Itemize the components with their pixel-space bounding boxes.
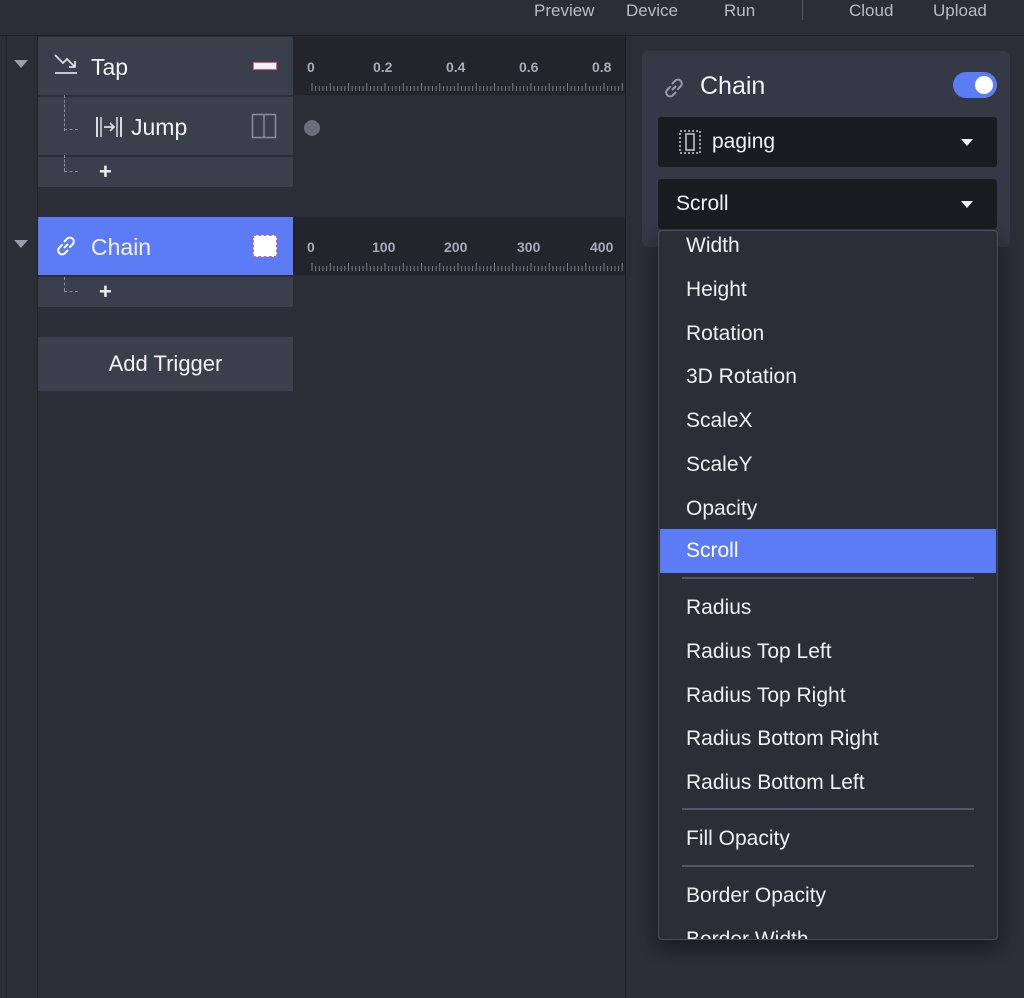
tap-add-row: + [38, 155, 293, 187]
menu-item-border-opacity[interactable]: Border Opacity [660, 874, 996, 918]
ruler-tick-label: 200 [444, 239, 468, 255]
menu-item-rotation[interactable]: Rotation [660, 312, 996, 356]
toolbar-divider [802, 0, 803, 20]
track-chain-label: Chain [91, 234, 152, 260]
link-icon [665, 78, 683, 98]
ruler-ticks [311, 263, 623, 271]
menu-item-scalex[interactable]: ScaleX [660, 399, 996, 443]
layer-select-value: paging [712, 130, 776, 153]
tree-connector-h [64, 129, 78, 130]
menu-item-opacity[interactable]: Opacity [660, 487, 996, 531]
menu-item-scroll[interactable]: Scroll [660, 529, 996, 573]
tree-connector [64, 277, 65, 291]
gutter-line [6, 36, 7, 998]
jump-icon [96, 117, 122, 137]
property-select-value: Scroll [676, 192, 729, 215]
track-jump-label: Jump [131, 114, 188, 140]
run-button[interactable]: Run [724, 0, 755, 24]
keyframe-dot[interactable] [304, 120, 320, 136]
ruler-tick-label: 0 [307, 239, 315, 255]
tree-connector-h [64, 171, 78, 172]
menu-item-radius-bottom-right[interactable]: Radius Bottom Right [660, 717, 996, 761]
device-button[interactable]: Device [626, 0, 678, 24]
add-trigger-button[interactable]: Add Trigger [38, 337, 293, 391]
left-gutter [0, 36, 38, 998]
top-toolbar: Preview Device Run Cloud Upload [0, 0, 1024, 36]
add-action-button[interactable]: + [99, 279, 112, 305]
collapse-chain-icon[interactable] [14, 240, 28, 248]
tree-connector [64, 155, 65, 171]
cloud-button[interactable]: Cloud [849, 0, 893, 24]
tap-swipe-icon [54, 54, 77, 74]
toggle-knob [975, 76, 993, 94]
upload-button[interactable]: Upload [933, 0, 987, 24]
chain-add-row: + [38, 277, 293, 307]
preview-button[interactable]: Preview [534, 0, 594, 24]
track-jump[interactable]: Jump [38, 95, 293, 155]
timeline-track-area [293, 96, 626, 216]
chevron-down-icon [961, 139, 973, 146]
ruler-tick-label: 0.8 [592, 59, 612, 75]
ruler-tick-label: 0.2 [373, 59, 393, 75]
menu-separator [682, 577, 974, 579]
ruler-tick-label: 0.4 [446, 59, 466, 75]
panel-title: Chain [700, 72, 766, 100]
tree-connector [64, 95, 65, 131]
menu-separator [682, 808, 974, 810]
ruler-tick-label: 300 [517, 239, 541, 255]
track-chain[interactable]: Chain [38, 217, 293, 275]
property-select[interactable]: Scroll [658, 179, 997, 229]
ruler-tick-label: 0.6 [519, 59, 539, 75]
menu-item-radius[interactable]: Radius [660, 586, 996, 630]
panel-divider [625, 36, 626, 998]
jump-target-icon[interactable] [251, 113, 277, 139]
menu-item-height[interactable]: Height [660, 268, 996, 312]
layer-select[interactable]: paging [658, 117, 997, 167]
menu-item-3d-rotation[interactable]: 3D Rotation [660, 355, 996, 399]
chain-enabled-toggle[interactable] [953, 72, 997, 98]
ruler-tick-label: 0 [307, 59, 315, 75]
menu-item-width[interactable]: Width [660, 231, 996, 268]
track-tap-label: Tap [91, 54, 129, 80]
track-tap[interactable]: Tap [38, 37, 293, 95]
menu-item-radius-top-right[interactable]: Radius Top Right [660, 674, 996, 718]
tree-connector-h [64, 291, 78, 292]
ruler-tick-label: 400 [590, 239, 614, 255]
track-color-swatch[interactable] [253, 62, 277, 70]
ruler-tick-label: 100 [372, 239, 396, 255]
menu-separator [682, 865, 974, 867]
menu-item-fill-opacity[interactable]: Fill Opacity [660, 817, 996, 861]
link-icon [57, 236, 75, 256]
chevron-down-icon [961, 201, 973, 208]
menu-item-radius-bottom-left[interactable]: Radius Bottom Left [660, 761, 996, 805]
menu-item-border-width[interactable]: Border Width [660, 918, 996, 939]
menu-item-radius-top-left[interactable]: Radius Top Left [660, 630, 996, 674]
property-dropdown-menu: Width Height Rotation 3D Rotation ScaleX… [658, 230, 998, 940]
add-action-button[interactable]: + [99, 159, 112, 185]
menu-item-scaley[interactable]: ScaleY [660, 443, 996, 487]
layer-icon [679, 130, 701, 154]
collapse-tap-icon[interactable] [14, 60, 28, 68]
ruler-ticks [311, 83, 623, 91]
track-color-swatch[interactable] [253, 235, 277, 257]
